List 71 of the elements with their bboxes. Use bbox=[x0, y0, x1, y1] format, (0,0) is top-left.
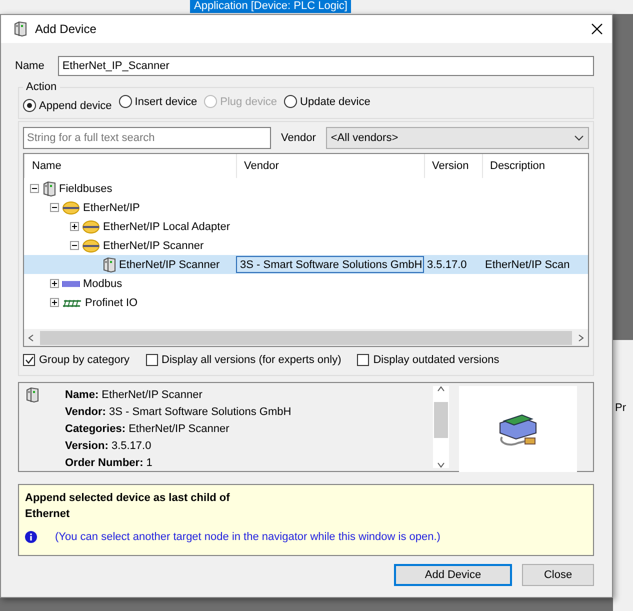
description-cell: EtherNet/IP Scan bbox=[485, 258, 570, 270]
modbus-logo-icon bbox=[62, 278, 80, 288]
tree-item[interactable]: Fieldbuses bbox=[59, 182, 112, 194]
device-icon bbox=[13, 21, 27, 37]
vertical-scrollbar[interactable] bbox=[433, 386, 449, 468]
dropdown-value: <All vendors> bbox=[330, 132, 398, 144]
hint-text: (You can select another target node in the navigator while this window is open.) bbox=[55, 531, 440, 543]
dialog-button[interactable]: Add Device bbox=[394, 564, 512, 586]
detail-line: Name: EtherNet/IP Scanner bbox=[65, 388, 204, 403]
bus-icon bbox=[62, 200, 80, 214]
detail-line: Categories: EtherNet/IP Scanner bbox=[65, 422, 230, 437]
checkbox[interactable] bbox=[146, 354, 158, 366]
tree-item[interactable]: EtherNet/IP Scanner bbox=[119, 258, 220, 270]
detail-line: Order Number: 1 bbox=[65, 456, 154, 471]
expand-icon[interactable] bbox=[70, 222, 79, 231]
chevron-down-icon bbox=[574, 135, 584, 141]
bus-icon bbox=[82, 220, 100, 234]
device-icon bbox=[102, 256, 116, 272]
checkbox[interactable] bbox=[23, 354, 35, 366]
collapse-icon[interactable] bbox=[50, 203, 59, 212]
search-field[interactable]: String for a full text search bbox=[23, 127, 271, 149]
tree-item[interactable]: EtherNet/IP bbox=[83, 202, 140, 214]
collapse-icon[interactable] bbox=[30, 184, 39, 193]
detail-line: Version: 3.5.17.0 bbox=[65, 439, 152, 454]
info-icon bbox=[25, 531, 37, 543]
expand-icon[interactable] bbox=[50, 298, 59, 307]
radio-button[interactable] bbox=[284, 95, 298, 108]
radio-label[interactable]: Insert device bbox=[134, 96, 198, 108]
detail-line: Vendor: 3S - Smart Software Solutions GmbH bbox=[65, 405, 292, 420]
checkbox[interactable] bbox=[357, 354, 370, 366]
vendor-dropdown[interactable]: <All vendors> bbox=[326, 127, 589, 149]
tree-item[interactable]: Modbus bbox=[83, 278, 122, 290]
tree-item[interactable]: Profinet IO bbox=[85, 296, 138, 308]
radio-button[interactable] bbox=[118, 95, 132, 108]
group-title: Action bbox=[25, 81, 58, 93]
window-title: Add Device bbox=[35, 22, 98, 36]
horizontal-scrollbar[interactable] bbox=[24, 329, 588, 346]
close-icon[interactable] bbox=[590, 22, 604, 36]
collapse-icon[interactable] bbox=[70, 241, 79, 250]
scroll-right-icon bbox=[578, 334, 584, 342]
column-header[interactable]: Version bbox=[424, 154, 482, 178]
check-icon bbox=[24, 356, 34, 364]
bus-icon bbox=[82, 238, 100, 252]
expand-icon[interactable] bbox=[50, 279, 59, 288]
checkbox-label[interactable]: Display all versions (for experts only) bbox=[162, 354, 342, 366]
column-header[interactable]: Description bbox=[482, 154, 588, 178]
device-icon bbox=[42, 180, 56, 196]
scroll-up-icon bbox=[437, 386, 445, 392]
tree-item[interactable]: EtherNet/IP Local Adapter bbox=[103, 220, 230, 232]
panel-text: Pr bbox=[615, 402, 626, 414]
dialog-button[interactable]: Close bbox=[522, 564, 594, 586]
device-icon bbox=[25, 387, 39, 403]
column-header[interactable]: Vendor bbox=[236, 154, 424, 178]
scroll-left-icon bbox=[28, 334, 34, 342]
vendor-label: Vendor bbox=[281, 132, 316, 144]
message-text: Ethernet bbox=[25, 507, 71, 522]
version-cell: 3.5.17.0 bbox=[427, 258, 467, 270]
vendor-cell: 3S - Smart Software Solutions GmbH bbox=[240, 258, 422, 270]
radio-label[interactable]: Update device bbox=[300, 96, 370, 108]
radio-label[interactable]: Append device bbox=[39, 100, 112, 112]
column-header[interactable]: Name bbox=[24, 154, 236, 178]
checkbox-label[interactable]: Group by category bbox=[39, 354, 130, 366]
scroll-down-icon bbox=[437, 462, 445, 468]
message-text: Append selected device as last child of bbox=[25, 491, 231, 506]
radio-button[interactable] bbox=[23, 99, 36, 112]
tree-item[interactable]: EtherNet/IP Scanner bbox=[103, 240, 204, 252]
name-field[interactable]: EtherNet_IP_Scanner bbox=[58, 56, 594, 76]
device-selector[interactable]: Application [Device: PLC Logic] bbox=[190, 0, 352, 13]
checkbox-label[interactable]: Display outdated versions bbox=[373, 354, 500, 366]
name-label: Name bbox=[15, 60, 44, 72]
selected-row[interactable]: EtherNet/IP Scanner 3S - Smart Software Solutions GmbH 3.5.17.0 EtherNet/IP Scan bbox=[24, 255, 588, 274]
